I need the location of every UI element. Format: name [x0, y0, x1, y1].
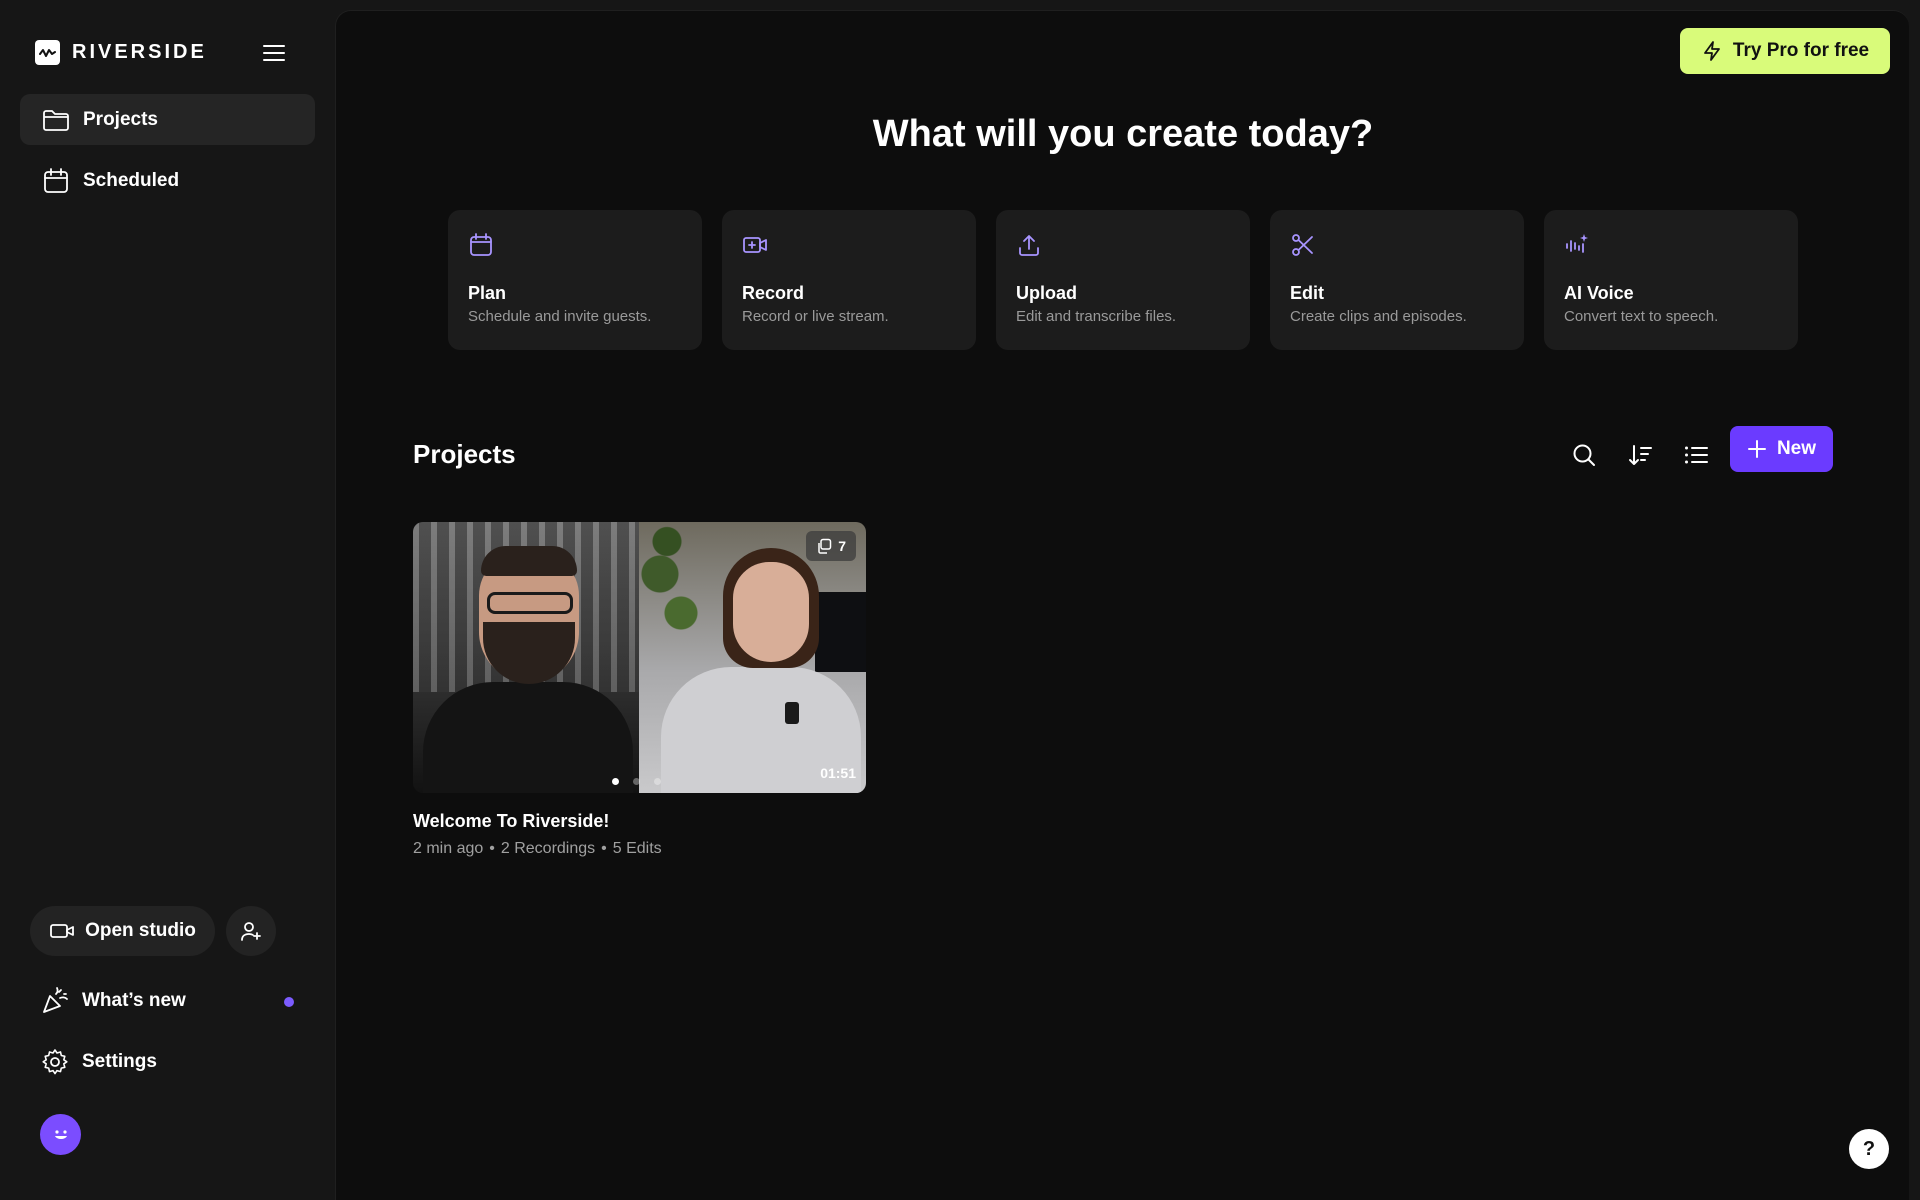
lightning-icon [1703, 41, 1720, 61]
create-card-edit[interactable]: Edit Create clips and episodes. [1270, 210, 1524, 350]
carousel-dot[interactable] [612, 778, 619, 785]
projects-section-title: Projects [413, 439, 516, 469]
settings-item[interactable]: Settings [40, 1047, 157, 1077]
gear-icon [42, 1049, 68, 1075]
new-label: New [1776, 438, 1817, 459]
calendar-icon [470, 233, 492, 256]
project-title[interactable]: Welcome To Riverside! [413, 811, 609, 832]
sort-icon [1629, 445, 1652, 465]
help-label: ? [1862, 1137, 1876, 1160]
open-studio-label: Open studio [85, 920, 196, 941]
menu-icon[interactable] [262, 42, 286, 64]
project-thumbnail[interactable]: 7 01:51 [413, 522, 866, 793]
avatar[interactable] [40, 1114, 81, 1155]
create-card-plan[interactable]: Plan Schedule and invite guests. [448, 210, 702, 350]
search-button[interactable] [1568, 439, 1600, 471]
settings-label: Settings [82, 1051, 157, 1072]
ai-voice-icon [1566, 234, 1588, 253]
card-description: Schedule and invite guests. [468, 308, 652, 325]
main-content: Try Pro for free What will you create to… [335, 10, 1909, 1200]
video-camera-icon [50, 924, 74, 938]
thumbnail-host-frame [413, 522, 639, 793]
create-card-upload[interactable]: Upload Edit and transcribe files. [996, 210, 1250, 350]
card-title: Edit [1290, 283, 1324, 303]
card-title: AI Voice [1564, 283, 1634, 303]
carousel-dot[interactable] [654, 778, 661, 785]
whats-new-item[interactable]: What’s new [40, 986, 186, 1016]
upload-icon [1019, 235, 1039, 256]
sort-button[interactable] [1624, 439, 1656, 471]
logo-mark-icon [35, 40, 60, 65]
video-plus-icon [743, 237, 767, 253]
copy-icon [818, 538, 832, 554]
sidebar-item-label: Scheduled [83, 169, 180, 191]
sidebar-item-scheduled[interactable]: Scheduled [20, 155, 315, 206]
create-card-ai-voice[interactable]: AI Voice Convert text to speech. [1544, 210, 1798, 350]
meta-separator: • [489, 840, 495, 857]
project-meta: 2 min ago • 2 Recordings • 5 Edits [413, 840, 662, 858]
sidebar-item-projects[interactable]: Projects [20, 94, 315, 145]
user-plus-icon [241, 922, 261, 941]
smile-face-icon [54, 1129, 67, 1139]
plus-icon [1747, 440, 1766, 458]
unread-indicator [284, 997, 294, 1007]
new-project-button[interactable]: New [1730, 426, 1833, 472]
project-recordings: 2 Recordings [500, 840, 596, 857]
calendar-icon [44, 167, 68, 193]
help-button[interactable]: ? [1849, 1129, 1889, 1169]
scissors-icon [1292, 234, 1313, 256]
duration-label: 01:51 [820, 765, 856, 781]
meta-separator: • [601, 840, 607, 857]
invite-user-button[interactable] [226, 906, 276, 956]
list-icon [1685, 446, 1708, 464]
create-card-record[interactable]: Record Record or live stream. [722, 210, 976, 350]
open-studio-button[interactable]: Open studio [30, 906, 215, 956]
card-description: Create clips and episodes. [1290, 308, 1467, 325]
sidebar: RIVERSIDE Projects Scheduled Open studio… [0, 0, 334, 1200]
try-pro-label: Try Pro for free [1732, 40, 1870, 61]
card-title: Upload [1016, 283, 1077, 303]
list-view-button[interactable] [1680, 439, 1712, 471]
carousel-dot[interactable] [633, 778, 640, 785]
whats-new-label: What’s new [82, 990, 186, 1011]
try-pro-button[interactable]: Try Pro for free [1680, 28, 1890, 74]
page-headline: What will you create today? [872, 113, 1374, 155]
sidebar-item-label: Projects [83, 108, 158, 130]
app-root: RIVERSIDE Projects Scheduled Open studio… [0, 0, 1920, 1200]
clip-count-badge: 7 [806, 531, 856, 561]
project-edits: 5 Edits [612, 840, 662, 857]
folder-icon [43, 109, 69, 131]
card-description: Convert text to speech. [1564, 308, 1719, 325]
project-time: 2 min ago [413, 840, 484, 857]
search-icon [1573, 444, 1595, 466]
card-title: Record [742, 283, 805, 303]
card-description: Edit and transcribe files. [1016, 308, 1177, 325]
card-description: Record or live stream. [742, 308, 889, 325]
carousel-dots [612, 778, 661, 785]
clip-count: 7 [838, 538, 846, 554]
card-title: Plan [468, 283, 507, 303]
party-popper-icon [43, 987, 68, 1013]
riverside-logo[interactable]: RIVERSIDE [35, 40, 207, 65]
brand-name: RIVERSIDE [72, 41, 207, 63]
